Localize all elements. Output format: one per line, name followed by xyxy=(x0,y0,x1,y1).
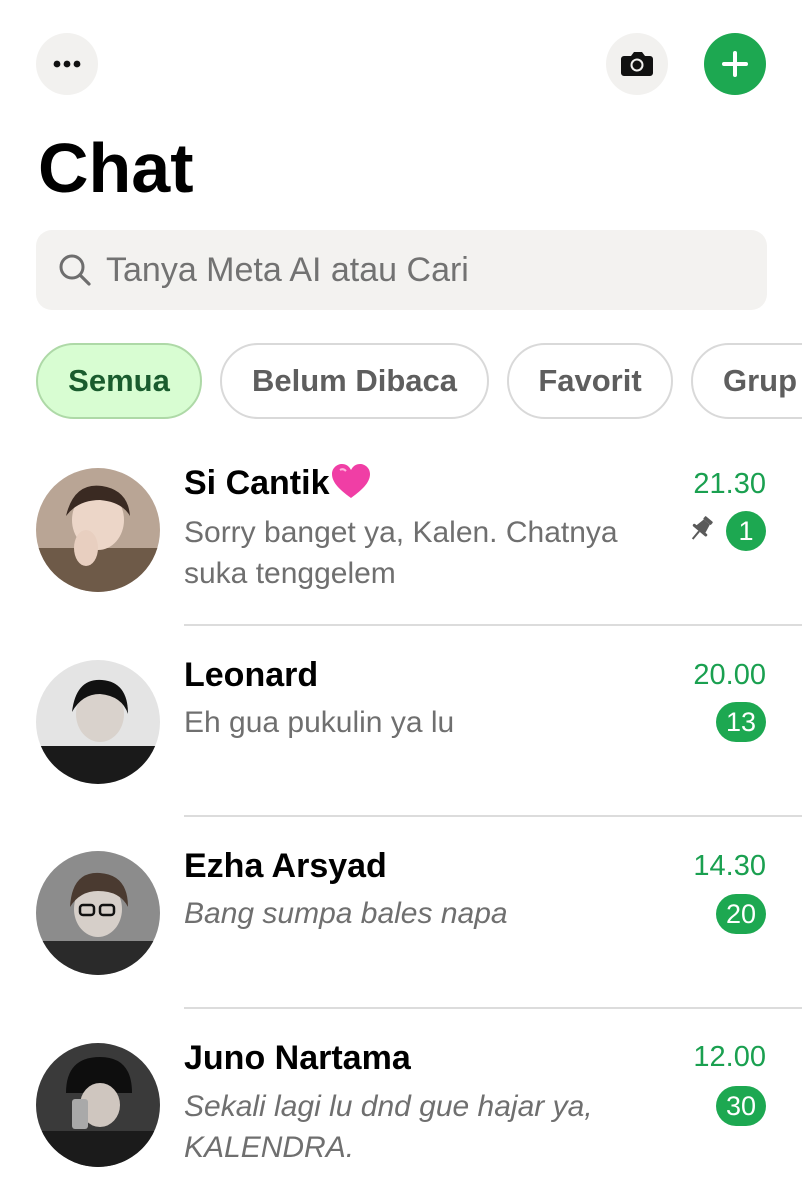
chat-preview: Sekali lagi lu dnd gue hajar ya, KALENDR… xyxy=(184,1090,593,1164)
more-options-button[interactable] xyxy=(36,33,98,95)
heart-icon xyxy=(332,464,371,498)
avatar-photo xyxy=(36,660,160,784)
chat-time: 14.30 xyxy=(693,850,766,882)
chat-preview: Bang sumpa bales napa xyxy=(184,897,508,930)
unread-badge: 30 xyxy=(715,1086,766,1126)
pin-icon xyxy=(691,516,713,540)
avatar-photo xyxy=(36,1043,160,1167)
camera-button[interactable] xyxy=(606,33,668,95)
chat-preview: Eh gua pukulin ya lu xyxy=(184,706,455,739)
filter-chip-all[interactable]: Semua xyxy=(36,343,202,419)
chat-name: Leonard xyxy=(184,656,319,694)
chat-name: Juno Nartama xyxy=(184,1039,411,1077)
chat-time: 21.30 xyxy=(693,468,766,500)
filter-chip-favorites[interactable]: Favorit xyxy=(507,343,673,419)
chat-time: 12.00 xyxy=(693,1041,766,1073)
unread-badge: 1 xyxy=(726,511,766,551)
chat-time: 20.00 xyxy=(693,659,766,691)
avatar-photo xyxy=(36,468,160,592)
search-icon xyxy=(59,254,91,286)
avatar xyxy=(36,660,160,784)
chat-row-juno-nartama[interactable]: Juno Nartama Sekali lagi lu dnd gue haja… xyxy=(0,1008,802,1198)
chat-preview: Sorry banget ya, Kalen. Chatnya suka ten… xyxy=(184,516,618,590)
avatar xyxy=(36,1043,160,1167)
chat-row-ezha-arsyad[interactable]: Ezha Arsyad Bang sumpa bales napa 14.30 … xyxy=(0,817,802,1009)
filter-chip-unread[interactable]: Belum Dibaca xyxy=(220,343,489,419)
chat-row-leonard[interactable]: Leonard Eh gua pukulin ya lu 20.00 13 xyxy=(0,626,802,817)
avatar-photo xyxy=(36,851,160,975)
chat-name: Ezha Arsyad xyxy=(184,847,387,885)
filter-chip-groups[interactable]: Grup xyxy=(691,343,802,419)
search-input[interactable] xyxy=(106,250,746,290)
page-title: Chat xyxy=(38,129,194,207)
unread-badge: 13 xyxy=(715,702,766,742)
search-bar[interactable] xyxy=(36,230,767,310)
avatar xyxy=(36,468,160,592)
chat-list-screen: Chat Semua Belum Dibaca Favorit Grup Si … xyxy=(0,0,802,1199)
avatar xyxy=(36,851,160,975)
filter-chips: Semua Belum Dibaca Favorit Grup xyxy=(0,343,802,419)
unread-badge: 20 xyxy=(715,894,766,934)
chat-row-si-cantik[interactable]: Si Cantik Sorry banget ya, Kalen. Chatny… xyxy=(0,436,802,626)
camera-icon xyxy=(621,52,653,76)
ellipsis-icon xyxy=(53,60,81,68)
plus-icon xyxy=(722,51,748,77)
new-chat-button[interactable] xyxy=(704,33,766,95)
chat-name: Si Cantik xyxy=(184,464,371,503)
